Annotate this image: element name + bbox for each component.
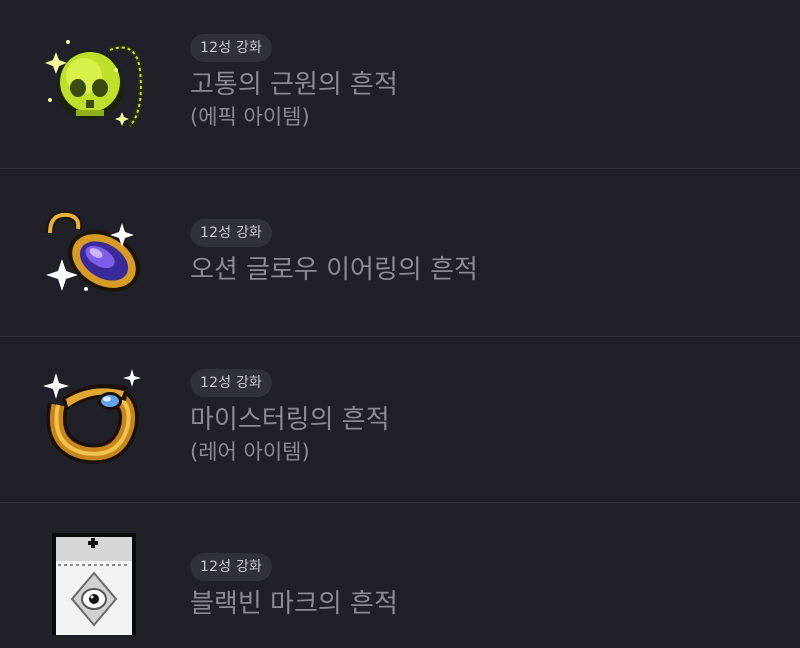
enhance-badge: 12성 강화 [190, 553, 273, 581]
item-grade: (에픽 아이템) [190, 105, 310, 129]
list-item[interactable]: 12성 강화 오션 글로우 이어링의 흔적 [0, 169, 800, 336]
skull-pendant-icon [40, 30, 144, 134]
item-name: 오션 글로우 이어링의 흔적 [190, 255, 478, 285]
item-text: 12성 강화 블랙빈 마크의 흔적 [190, 553, 398, 621]
enhance-badge: 12성 강화 [190, 369, 273, 397]
enhance-badge: 12성 강화 [190, 219, 273, 247]
item-name: 마이스터링의 흔적 [190, 405, 390, 435]
item-name: 고통의 근원의 흔적 [190, 70, 398, 100]
item-text: 12성 강화 마이스터링의 흔적 (레어 아이템) [190, 369, 390, 467]
item-text: 12성 강화 고통의 근원의 흔적 (에픽 아이템) [190, 34, 398, 132]
item-list: 12성 강화 고통의 근원의 흔적 (에픽 아이템) 12성 강화 오션 글로우… [0, 0, 800, 648]
list-item[interactable]: 12성 강화 마이스터링의 흔적 (레어 아이템) [0, 337, 800, 502]
enhance-badge: 12성 강화 [190, 34, 273, 62]
item-name: 블랙빈 마크의 흔적 [190, 589, 398, 619]
item-grade: (레어 아이템) [190, 440, 310, 464]
meister-ring-icon [40, 365, 144, 469]
black-bean-mark-icon [40, 531, 144, 635]
item-text: 12성 강화 오션 글로우 이어링의 흔적 [190, 219, 478, 287]
list-item[interactable]: 12성 강화 블랙빈 마크의 흔적 [0, 503, 800, 648]
ocean-glow-earring-icon [40, 203, 144, 307]
list-item[interactable]: 12성 강화 고통의 근원의 흔적 (에픽 아이템) [0, 0, 800, 168]
